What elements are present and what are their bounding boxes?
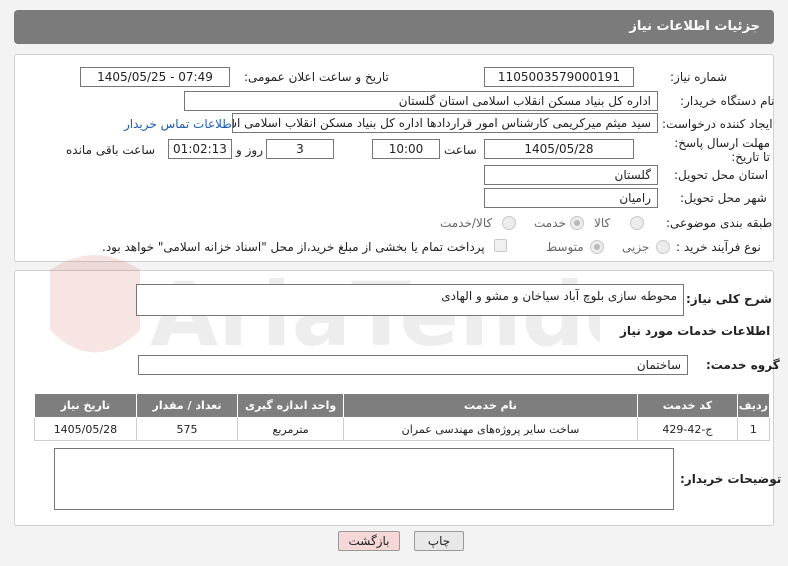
- process-medium-radio[interactable]: [590, 240, 604, 254]
- process-minor-label: جزیی: [622, 240, 650, 254]
- buyer-contact-link[interactable]: اطلاعات تماس خریدار: [124, 117, 235, 131]
- services-table: ردیف کد خدمت نام خدمت واحد اندازه گیری ت…: [34, 393, 771, 441]
- cell-name: ساخت سایر پروژه‌های مهندسی عمران: [342, 417, 639, 441]
- col-code-header: کد خدمت: [637, 393, 738, 418]
- category-goods-label: کالا: [594, 216, 611, 230]
- announce-date-label: تاریخ و ساعت اعلان عمومی:: [244, 70, 389, 84]
- city-label: شهر محل تحویل:: [680, 191, 767, 205]
- process-minor-radio[interactable]: [656, 240, 670, 254]
- process-label: نوع فرآیند خرید :: [676, 240, 761, 254]
- page-header: جزئیات اطلاعات نیاز: [14, 10, 774, 44]
- cell-code: ج-42-429: [637, 417, 738, 441]
- deadline-time-label: ساعت: [444, 143, 477, 157]
- service-group-label: گروه خدمت:: [706, 358, 780, 372]
- creator-field: سید میثم میرکریمی کارشناس امور قراردادها…: [232, 113, 658, 133]
- days-remaining-field: 3: [266, 139, 334, 159]
- back-button[interactable]: بازگشت: [338, 531, 400, 551]
- deadline-date-field: 1405/05/28: [484, 139, 634, 159]
- service-group-field: ساختمان: [138, 355, 688, 375]
- col-unit-header: واحد اندازه گیری: [237, 393, 344, 418]
- province-label: استان محل تحویل:: [674, 168, 769, 182]
- category-goods-radio[interactable]: [630, 216, 644, 230]
- cell-row: 1: [736, 417, 771, 441]
- services-section-title: اطلاعات خدمات مورد نیاز: [620, 324, 771, 338]
- print-button[interactable]: چاپ: [414, 531, 464, 551]
- category-service-radio[interactable]: [570, 216, 584, 230]
- treasury-note: پرداخت تمام یا بخشی از مبلغ خرید،از محل …: [102, 240, 485, 254]
- city-field: رامیان: [484, 188, 658, 208]
- table-row: 1 ج-42-429 ساخت سایر پروژه‌های مهندسی عم…: [34, 417, 771, 441]
- summary-text: محوطه سازی بلوچ آباد سیاخان و مشو و الها…: [441, 289, 677, 303]
- deadline-time-field: 10:00: [372, 139, 440, 159]
- announce-date-field: 1405/05/25 - 07:49: [80, 67, 230, 87]
- process-medium-label: متوسط: [546, 240, 584, 254]
- buyer-org-field: اداره کل بنیاد مسکن انقلاب اسلامی استان …: [184, 91, 658, 111]
- category-service-label: خدمت: [534, 216, 566, 230]
- cell-qty: 575: [135, 417, 239, 441]
- buyer-org-label: نام دستگاه خریدار:: [680, 94, 775, 108]
- remaining-time-field: 01:02:13: [168, 139, 232, 159]
- days-label: روز و: [236, 143, 263, 157]
- cell-unit: مترمربع: [237, 417, 344, 441]
- creator-label: ایجاد کننده درخواست:: [662, 117, 773, 131]
- buyer-notes-field[interactable]: [54, 448, 674, 510]
- need-number-label: شماره نیاز:: [670, 70, 727, 84]
- cell-date: 1405/05/28: [34, 417, 137, 441]
- category-label: طبقه بندی موضوعی:: [666, 216, 773, 230]
- province-field: گلستان: [484, 165, 658, 185]
- buyer-notes-label: توضیحات خریدار:: [680, 472, 782, 486]
- col-name-header: نام خدمت: [342, 393, 639, 418]
- col-qty-header: تعداد / مقدار: [135, 393, 239, 418]
- table-header-row: ردیف کد خدمت نام خدمت واحد اندازه گیری ت…: [34, 393, 771, 418]
- treasury-checkbox[interactable]: [494, 239, 507, 252]
- need-number-field: 1105003579000191: [484, 67, 634, 87]
- category-both-label: کالا/خدمت: [440, 216, 493, 230]
- deadline-label: مهلت ارسال پاسخ: تا تاریخ:: [674, 136, 770, 164]
- summary-field: محوطه سازی بلوچ آباد سیاخان و مشو و الها…: [136, 284, 684, 316]
- col-row-header: ردیف: [736, 393, 771, 418]
- remaining-time-label: ساعت باقی مانده: [66, 143, 156, 157]
- page-title: جزئیات اطلاعات نیاز: [629, 19, 760, 34]
- summary-label: شرح کلی نیاز:: [686, 292, 772, 306]
- category-both-radio[interactable]: [502, 216, 516, 230]
- col-date-header: تاریخ نیاز: [34, 393, 137, 418]
